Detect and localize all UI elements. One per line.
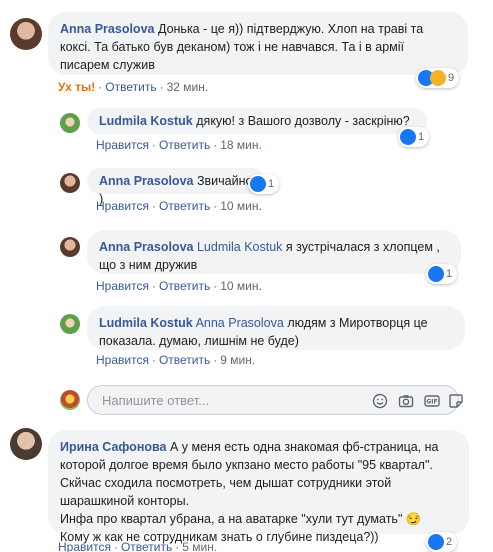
comment-author[interactable]: Anna Prasolova [99, 240, 193, 254]
reply-link[interactable]: Ответить [105, 80, 156, 94]
comment-text: А у меня есть одна знакомая фб-страница,… [169, 440, 439, 454]
comment-actions: Нравится · Ответить · 5 мин. [58, 540, 218, 552]
avatar[interactable] [10, 428, 42, 460]
timestamp[interactable]: 10 мин. [220, 199, 262, 213]
emoji-icon[interactable] [372, 393, 388, 409]
reply-link[interactable]: Ответить [159, 199, 210, 213]
reply-link[interactable]: Ответить [159, 138, 210, 152]
like-link[interactable]: Нравится [96, 138, 149, 152]
comment-text: коксі. Та батько був деканом) тож і не н… [60, 40, 405, 54]
comment-actions: Ух ты! · Ответить · 32 мин. [58, 80, 209, 94]
reaction-count[interactable]: 9 [416, 68, 460, 88]
comment-actions: Нравится · Ответить · 10 мин. [96, 199, 262, 213]
comment-actions: Нравится · Ответить · 18 мин. [96, 138, 262, 152]
current-user-avatar [60, 390, 80, 410]
comment-bubble: Anna Prasolova Звичайно ) [87, 168, 265, 206]
svg-text:GIF: GIF [426, 399, 437, 406]
timestamp[interactable]: 5 мин. [182, 540, 217, 552]
reaction-count[interactable]: 1 [398, 127, 430, 147]
gif-icon[interactable]: GIF [424, 393, 440, 409]
reply-link[interactable]: Ответить [121, 540, 172, 552]
reply-input[interactable]: Напишите ответ... GIF [87, 385, 463, 415]
comment-author[interactable]: Ирина Сафонова [60, 440, 166, 454]
avatar[interactable] [10, 18, 42, 50]
sticker-icon[interactable] [448, 393, 464, 409]
avatar[interactable] [60, 237, 80, 257]
comment-bubble: Ирина Сафонова А у меня есть одна знаком… [48, 430, 469, 544]
comment-text: шарашкиной конторы. [60, 494, 190, 508]
comment-text: людям з Миротворця це [287, 316, 428, 330]
avatar[interactable] [60, 113, 80, 133]
comment-author[interactable]: Ludmila Kostuk [99, 316, 193, 330]
comment-text: дякую! з Вашого дозволу - заскріню? [196, 114, 410, 128]
like-link[interactable]: Нравится [96, 199, 149, 213]
comment-author[interactable]: Anna Prasolova [99, 174, 193, 188]
timestamp[interactable]: 9 мин. [220, 353, 255, 367]
comment-text: писарем служив [60, 58, 155, 72]
like-icon [428, 534, 444, 550]
reaction-count[interactable]: 1 [426, 264, 458, 284]
mention[interactable]: Ludmila Kostuk [197, 240, 282, 254]
camera-icon[interactable] [398, 393, 414, 409]
comment-author[interactable]: Ludmila Kostuk [99, 114, 193, 128]
reply-link[interactable]: Ответить [159, 353, 210, 367]
comment-bubble: Anna Prasolova Ludmila Kostuk я зустріча… [87, 230, 461, 274]
comment-actions: Нравится · Ответить · 9 мин. [96, 353, 256, 367]
wow-icon [430, 70, 446, 86]
like-icon [428, 266, 444, 282]
like-link[interactable]: Нравится [58, 540, 111, 552]
comment-text: що з ним дружив [99, 258, 198, 272]
timestamp[interactable]: 32 мин. [167, 80, 209, 94]
avatar[interactable] [60, 173, 80, 193]
comment-text: которой долгое время было укпзано место … [60, 458, 433, 472]
comment-actions: Нравится · Ответить · 10 мин. [96, 279, 262, 293]
timestamp[interactable]: 10 мин. [220, 279, 262, 293]
mention[interactable]: Anna Prasolova [196, 316, 284, 330]
comment-text: я зустрічалася з хлопцем , [285, 240, 440, 254]
comment-author[interactable]: Anna Prasolova [60, 22, 154, 36]
like-link[interactable]: Нравится [96, 353, 149, 367]
like-icon [400, 129, 416, 145]
comment-text: Донька - це я)) підтверджую. Хлоп на тра… [157, 22, 424, 36]
reaction-label[interactable]: Ух ты! [58, 80, 95, 94]
avatar[interactable] [60, 314, 80, 334]
comment-text: Инфа про квартал убрана, а на аватарке "… [60, 512, 422, 526]
reply-link[interactable]: Ответить [159, 279, 210, 293]
reaction-count[interactable]: 1 [248, 174, 280, 194]
comment-text: Скйчас сходила посмотреть, чем дышат сот… [60, 476, 392, 490]
comment-text: показала. думаю, лишнім не буде) [99, 334, 299, 348]
like-icon [250, 176, 266, 192]
reply-placeholder: Напишите ответ... [102, 393, 210, 408]
timestamp[interactable]: 18 мин. [220, 138, 262, 152]
reaction-count[interactable]: 2 [426, 532, 458, 552]
like-link[interactable]: Нравится [96, 279, 149, 293]
comment-bubble: Ludmila Kostuk дякую! з Вашого дозволу -… [87, 108, 427, 134]
comment-bubble: Anna Prasolova Донька - це я)) підтвердж… [48, 12, 468, 75]
comment-bubble: Ludmila Kostuk Anna Prasolova людям з Ми… [87, 306, 465, 350]
